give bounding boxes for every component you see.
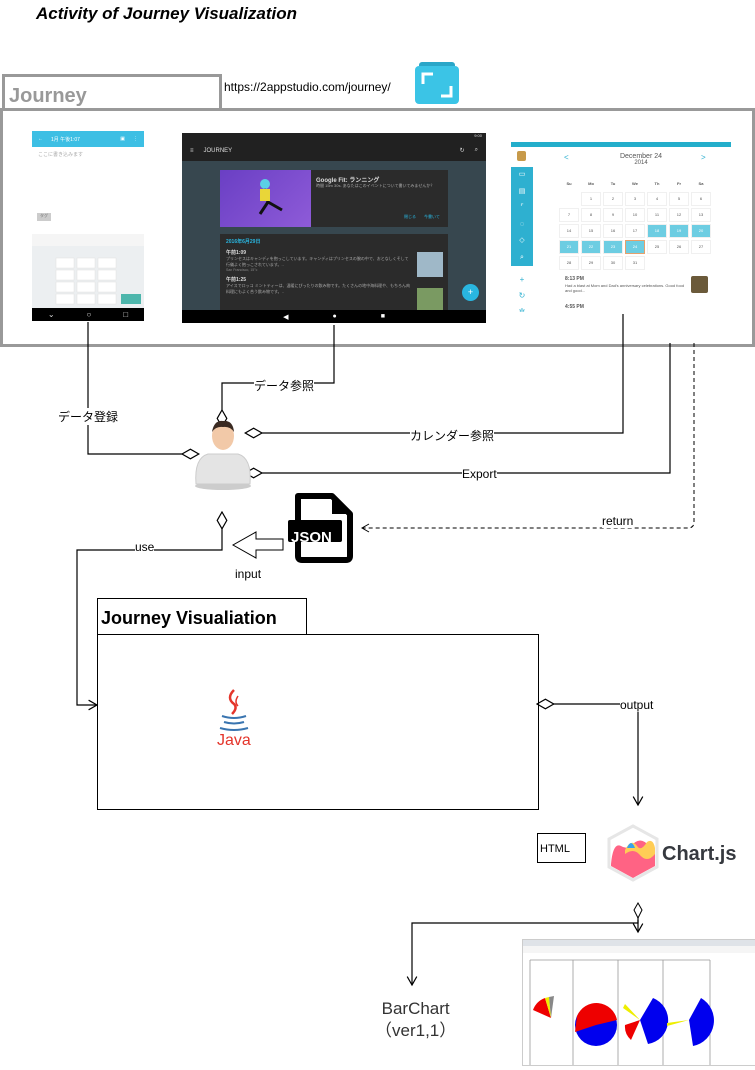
data-register-label: データ登録 bbox=[58, 408, 119, 425]
json-label: JSON bbox=[291, 529, 332, 546]
chartjs-logo-icon bbox=[607, 824, 659, 882]
visualization-box-tab: Journey Visualiation bbox=[97, 598, 307, 635]
visualization-title: Journey Visualiation bbox=[101, 608, 277, 628]
export-line bbox=[243, 343, 671, 479]
data-ref-line bbox=[216, 325, 335, 429]
chartjs-label: Chart.js bbox=[662, 843, 737, 865]
export-label: Export bbox=[462, 467, 497, 481]
input-label: input bbox=[235, 567, 262, 581]
output-line bbox=[535, 698, 644, 807]
barchart-label: BarChart （ver1,1） bbox=[375, 998, 456, 1042]
return-label: return bbox=[602, 514, 634, 528]
output-label: output bbox=[620, 698, 654, 712]
calendar-ref-label: カレンダー参照 bbox=[410, 427, 495, 444]
connector-lines bbox=[76, 314, 695, 987]
pie-charts-preview bbox=[523, 940, 755, 1065]
data-ref-label: データ参照 bbox=[254, 377, 315, 394]
input-arrow bbox=[231, 531, 284, 559]
calendar-ref-line bbox=[243, 314, 624, 439]
use-label: use bbox=[135, 540, 155, 554]
barchart-title: BarChart bbox=[381, 999, 450, 1018]
visualization-box bbox=[97, 634, 539, 810]
json-file-icon bbox=[288, 493, 353, 563]
data-register-line bbox=[87, 322, 201, 460]
java-logo-text: Java bbox=[217, 732, 251, 749]
barchart-version: （ver1,1） bbox=[375, 1021, 457, 1040]
browser-screenshot bbox=[522, 939, 755, 1066]
user-icon bbox=[195, 420, 251, 490]
chartjs-diamond bbox=[633, 901, 643, 920]
html-box: HTML bbox=[537, 833, 586, 863]
